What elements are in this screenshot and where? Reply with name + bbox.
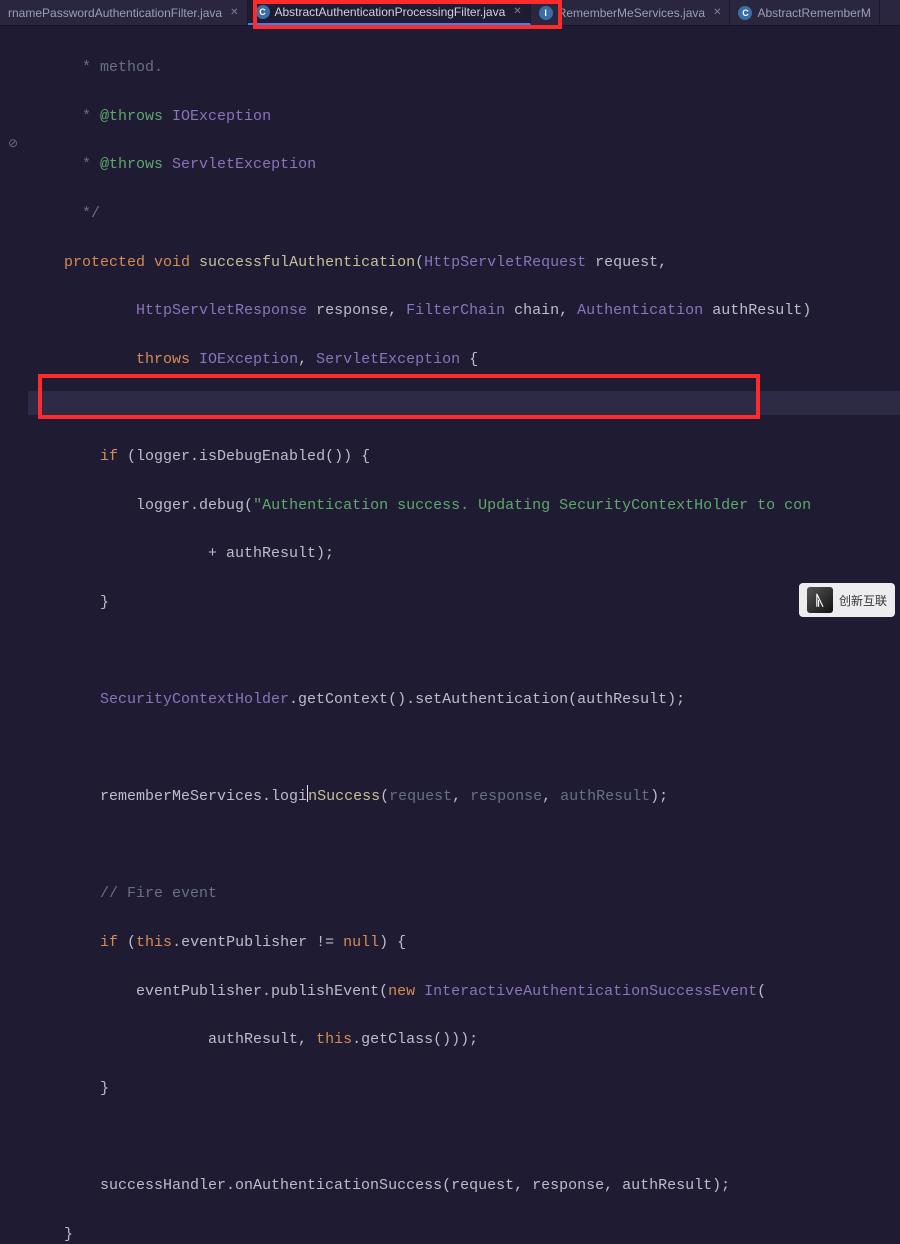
code-token: .eventPublisher != — [172, 934, 343, 951]
watermark-text: 创新互联 — [839, 592, 887, 609]
code-token: * — [73, 108, 100, 125]
tab-label: AbstractRememberM — [757, 6, 870, 20]
code-token: + authResult); — [208, 545, 334, 562]
java-class-icon: C — [738, 6, 752, 20]
code-token: ServletException — [163, 156, 316, 173]
code-token: InteractiveAuthenticationSuccessEvent — [415, 983, 757, 1000]
code-token: , — [559, 302, 577, 319]
code-token: , — [388, 302, 406, 319]
code-token: this — [136, 934, 172, 951]
code-token: request — [389, 788, 452, 805]
code-token: this — [316, 1031, 352, 1048]
code-token: if — [100, 448, 118, 465]
code-token: chain — [505, 302, 559, 319]
code-token: ) { — [379, 934, 406, 951]
code-token: void — [145, 254, 190, 271]
code-token: eventPublisher.publishEvent( — [136, 983, 388, 1000]
tab-label: rnamePasswordAuthenticationFilter.java — [8, 6, 222, 20]
code-token: ); — [650, 788, 668, 805]
java-interface-icon: I — [539, 6, 553, 20]
code-token: // Fire event — [100, 885, 217, 902]
close-icon[interactable]: ✕ — [230, 7, 238, 18]
code-token: */ — [73, 205, 100, 222]
code-token: new — [388, 983, 415, 1000]
code-token: response — [307, 302, 388, 319]
tab-file-0[interactable]: rnamePasswordAuthenticationFilter.java ✕ — [0, 0, 248, 25]
code-token: { — [460, 351, 478, 368]
code-token: ( — [118, 934, 136, 951]
code-token: successfulAuthentication — [190, 254, 415, 271]
override-icon[interactable]: ⊘ — [8, 136, 18, 151]
code-token: successHandler.onAuthenticationSuccess(r… — [100, 1177, 730, 1194]
code-editor[interactable]: * method. * @throws IOException * @throw… — [0, 26, 900, 1244]
watermark-logo-icon: ᚣ — [807, 587, 833, 613]
code-token: .getClass())); — [352, 1031, 478, 1048]
code-token: * method. — [73, 59, 163, 76]
code-token: response — [470, 788, 542, 805]
code-token: null — [343, 934, 379, 951]
code-token: nSuccess — [308, 788, 380, 805]
code-token: HttpServletRequest — [424, 254, 586, 271]
code-token: HttpServletResponse — [136, 302, 307, 319]
close-icon[interactable]: ✕ — [713, 7, 721, 18]
code-token: IOException — [163, 108, 271, 125]
code-token: request — [586, 254, 658, 271]
code-token: , — [298, 351, 316, 368]
code-token: @throws — [100, 156, 163, 173]
tab-file-3[interactable]: C AbstractRememberM — [730, 0, 879, 25]
code-token: (logger.isDebugEnabled()) { — [118, 448, 370, 465]
code-token: , — [452, 788, 470, 805]
editor-gutter: ⊘ — [0, 26, 28, 622]
code-token: @throws — [100, 108, 163, 125]
code-token: , — [658, 254, 667, 271]
code-token: ) — [802, 302, 811, 319]
code-token: IOException — [190, 351, 298, 368]
tab-label: AbstractAuthenticationProcessingFilter.j… — [275, 5, 506, 19]
code-token: rememberMeServices.logi — [100, 788, 307, 805]
code-token: logger.debug( — [136, 497, 253, 514]
code-token: ( — [380, 788, 389, 805]
code-token: authResult — [703, 302, 802, 319]
code-token: "Authentication success. Updating Securi… — [253, 497, 811, 514]
code-token: } — [100, 1080, 109, 1097]
code-token: authResult, — [208, 1031, 316, 1048]
code-token: * — [73, 156, 100, 173]
code-token: authResult — [560, 788, 650, 805]
code-token: , — [542, 788, 560, 805]
close-icon[interactable]: ✕ — [513, 6, 521, 17]
code-token: protected — [64, 254, 145, 271]
code-token: throws — [136, 351, 190, 368]
tab-file-1-active[interactable]: C AbstractAuthenticationProcessingFilter… — [248, 0, 531, 25]
code-token: } — [64, 1226, 73, 1243]
tab-label: RememberMeServices.java — [558, 6, 705, 20]
editor-tab-bar: rnamePasswordAuthenticationFilter.java ✕… — [0, 0, 900, 26]
code-token: ( — [415, 254, 424, 271]
code-token: if — [100, 934, 118, 951]
code-token: .getContext().setAuthentication(authResu… — [289, 691, 685, 708]
watermark: ᚣ 创新互联 — [799, 583, 895, 617]
code-token: SecurityContextHolder — [100, 691, 289, 708]
code-token: FilterChain — [406, 302, 505, 319]
code-token: } — [100, 594, 109, 611]
tab-file-2[interactable]: I RememberMeServices.java ✕ — [531, 0, 731, 25]
code-token: Authentication — [577, 302, 703, 319]
code-token: ( — [757, 983, 766, 1000]
code-token: ServletException — [316, 351, 460, 368]
java-class-icon: C — [256, 5, 270, 19]
